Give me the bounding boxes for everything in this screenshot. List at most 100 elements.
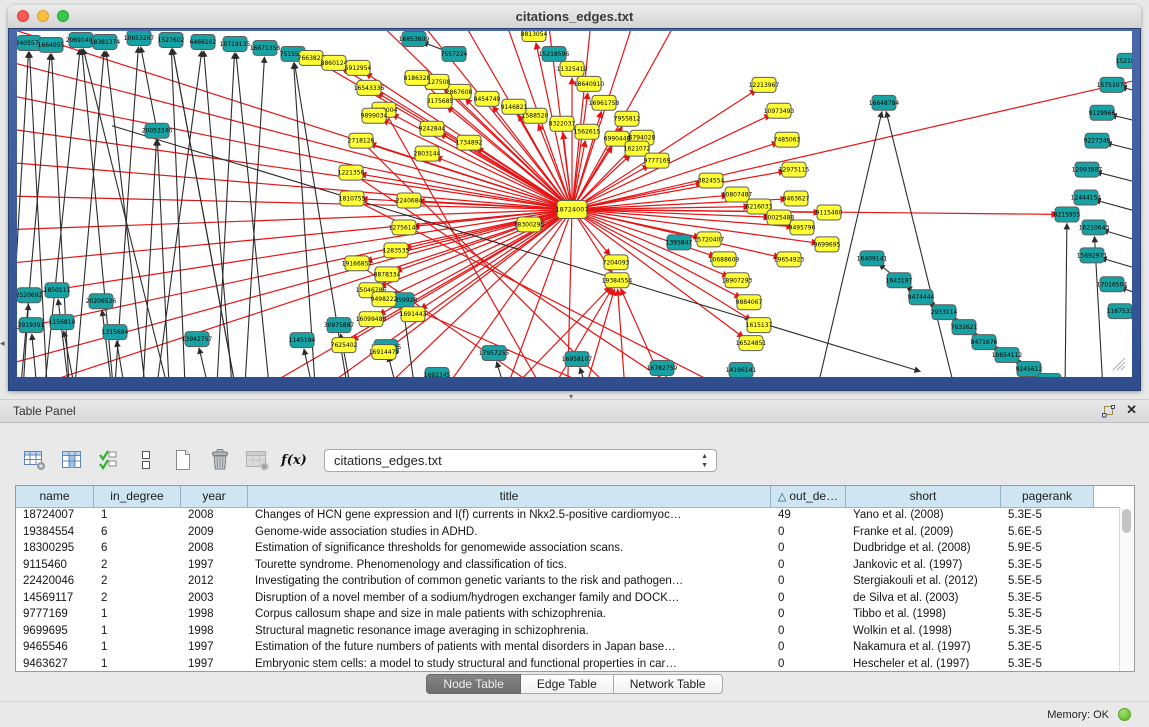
column-header-short[interactable]: short [846, 486, 1001, 507]
table-row[interactable]: 911546021997Tourette syndrome. Phenomeno… [16, 557, 1120, 574]
graph-node[interactable]: 1643197 [886, 273, 913, 288]
column-header-name[interactable]: name [16, 486, 94, 507]
table-row[interactable]: 977716911998Corpus callosum shape and si… [16, 606, 1120, 623]
graph-node[interactable]: 10719135 [220, 36, 251, 51]
graph-node[interactable]: 16524851 [736, 336, 767, 351]
graph-node[interactable]: 20206526 [86, 294, 117, 309]
graph-node[interactable]: 2933114 [931, 305, 958, 320]
graph-node[interactable]: 8454749 [474, 91, 501, 106]
tab-node-table[interactable]: Node Table [426, 674, 521, 694]
graph-node[interactable]: 9227349 [1084, 133, 1111, 148]
graph-node[interactable]: 18640910 [574, 76, 605, 91]
graph-node[interactable]: 13942757 [182, 332, 213, 347]
graph-node[interactable]: 14196141 [726, 363, 757, 377]
graph-node[interactable]: 17957255 [479, 346, 510, 361]
graph-node[interactable]: 15720407 [694, 232, 725, 247]
graph-edge[interactable] [1095, 200, 1132, 223]
table-row[interactable]: 946362711997Embryonic stem cells: a mode… [16, 656, 1120, 672]
graph-node[interactable]: 1527602 [158, 32, 185, 47]
graph-node[interactable]: 9884067 [736, 295, 763, 310]
graph-node[interactable]: 15218596 [539, 46, 570, 61]
table-row[interactable]: 2242004622012Investigating the contribut… [16, 573, 1120, 590]
graph-node[interactable]: 9495796 [789, 220, 816, 235]
graph-node[interactable]: 18381374 [90, 34, 121, 49]
graph-node[interactable]: 2240684 [396, 193, 423, 208]
table-row[interactable]: 1830029562008Estimation of significance … [16, 540, 1120, 557]
graph-node[interactable]: 5912954 [345, 60, 372, 75]
graph-node[interactable]: 1167533 [1107, 304, 1132, 319]
table-row[interactable]: 1872400712008Changes of HCN gene express… [16, 507, 1120, 524]
graph-edge[interactable] [572, 209, 715, 256]
graph-node[interactable]: 1521867 [1116, 53, 1132, 68]
graph-node[interactable]: 10688609 [709, 252, 740, 267]
graph-node[interactable]: 9777169 [644, 153, 671, 168]
table-row[interactable]: 969969511998Structural magnetic resonanc… [16, 623, 1120, 640]
graph-node[interactable]: 8878334 [374, 267, 401, 282]
graph-node[interactable]: 8471676 [971, 335, 998, 350]
float-panel-icon[interactable] [1102, 405, 1115, 418]
graph-node[interactable]: 16961758 [589, 95, 620, 110]
graph-node[interactable]: 1615137 [746, 318, 773, 333]
graph-node[interactable]: 16853809 [399, 31, 430, 46]
graph-node[interactable]: 2803144 [414, 146, 441, 161]
graph-node[interactable]: 1810755 [339, 191, 366, 206]
resize-grip-icon[interactable] [1113, 358, 1125, 370]
graph-node[interactable]: 15692971 [1077, 248, 1108, 263]
graph-node[interactable]: 8322037 [549, 116, 576, 131]
graph-node[interactable]: 16409141 [857, 251, 888, 266]
column-header-year[interactable]: year [181, 486, 248, 507]
graph-edge[interactable] [143, 140, 157, 377]
graph-node[interactable]: 12444154 [1071, 190, 1102, 205]
graph-node[interactable]: 3824554 [698, 173, 725, 188]
graph-edge[interactable] [17, 209, 572, 333]
graph-node[interactable]: 7485063 [774, 132, 801, 147]
graph-node[interactable]: 12975115 [779, 162, 810, 177]
graph-edge[interactable] [421, 209, 572, 309]
graph-edge[interactable] [580, 368, 587, 377]
graph-edge[interactable] [58, 299, 69, 377]
graph-node[interactable]: 12213967 [749, 77, 780, 92]
row-height-icon[interactable] [133, 448, 159, 472]
graph-node[interactable]: 9242844 [419, 121, 446, 136]
table-selector-dropdown[interactable]: citations_edges.txt ▲▼ [324, 449, 717, 472]
graph-node[interactable]: 1734892 [456, 135, 483, 150]
graph-node[interactable]: 16782759 [647, 361, 678, 376]
graph-edge[interactable] [171, 49, 185, 377]
graph-node[interactable]: 16099489 [356, 312, 387, 327]
graph-node[interactable]: 9498222 [371, 292, 398, 307]
scrollbar-thumb[interactable] [1122, 509, 1131, 533]
graph-edge[interactable] [1103, 230, 1132, 252]
graph-node[interactable]: 1850111 [44, 283, 71, 298]
graph-node[interactable]: 6466162 [190, 34, 217, 49]
graph-node[interactable]: 9899034 [361, 108, 388, 123]
graph-edge[interactable] [1065, 223, 1067, 377]
graph-node[interactable]: 7557224 [441, 46, 468, 61]
graph-edge[interactable] [64, 331, 75, 377]
graph-edge[interactable] [157, 51, 202, 377]
graph-node[interactable]: 18907293 [722, 273, 753, 288]
graph-edge[interactable] [572, 73, 1132, 210]
graph-node[interactable]: 7204093 [603, 255, 630, 270]
column-checklist-icon[interactable] [96, 448, 122, 472]
graph-node[interactable]: 10973493 [764, 103, 795, 118]
graph-node[interactable]: 2718126 [348, 133, 375, 148]
graph-node[interactable]: 1664055 [38, 37, 65, 52]
graph-node[interactable]: 1562615 [574, 124, 601, 139]
graph-node[interactable]: 19384554 [602, 273, 633, 288]
graph-node[interactable]: 1283535 [383, 243, 410, 258]
graph-node[interactable]: 7955812 [614, 111, 641, 126]
graph-node[interactable]: 12093887 [1072, 162, 1103, 177]
graph-edge[interactable] [1106, 143, 1132, 161]
graph-edge[interactable] [75, 51, 104, 377]
graph-node[interactable]: 1692345 [424, 368, 451, 377]
graph-edge[interactable] [17, 93, 572, 210]
graph-node[interactable]: 19654923 [774, 252, 805, 267]
graph-node[interactable]: 7632621 [951, 320, 978, 335]
graph-node[interactable]: 1395847 [666, 235, 693, 250]
graph-node[interactable]: 18724007 [555, 201, 588, 219]
graph-node[interactable]: 16210643 [1079, 220, 1110, 235]
graph-node[interactable]: 1640825 [1036, 374, 1063, 377]
graph-node[interactable]: 30975887 [324, 318, 355, 333]
graph-edge[interactable] [304, 349, 313, 377]
graph-node[interactable]: 1145194 [289, 333, 316, 348]
